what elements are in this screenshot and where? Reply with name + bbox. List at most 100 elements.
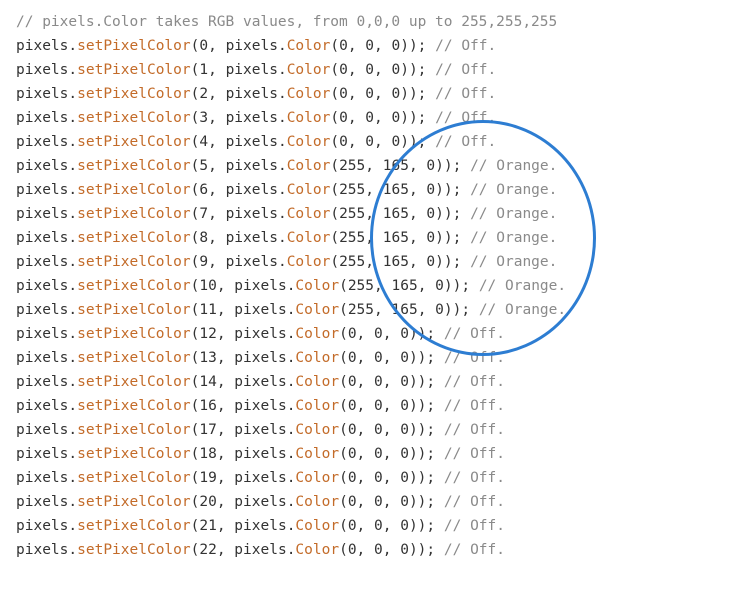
code-method-set: setPixelColor (77, 230, 191, 246)
rgb-b: 0 (400, 470, 409, 486)
line-comment: // Orange. (479, 278, 566, 294)
code-method-color: Color (295, 278, 339, 294)
pixel-index: 8 (199, 230, 208, 246)
rgb-b: 0 (426, 230, 435, 246)
code-object: pixels (226, 230, 278, 246)
code-line: pixels.setPixelColor(4, pixels.Color(0, … (16, 130, 734, 154)
code-line: pixels.setPixelColor(9, pixels.Color(255… (16, 250, 734, 274)
pixel-index: 14 (199, 374, 216, 390)
rgb-r: 255 (339, 254, 365, 270)
line-comment: // Orange. (470, 182, 557, 198)
rgb-b: 0 (391, 62, 400, 78)
code-method-set: setPixelColor (77, 38, 191, 54)
code-method-color: Color (295, 518, 339, 534)
rgb-r: 0 (339, 86, 348, 102)
pixel-index: 7 (199, 206, 208, 222)
code-object: pixels (16, 470, 68, 486)
code-method-set: setPixelColor (77, 494, 191, 510)
code-line: pixels.setPixelColor(6, pixels.Color(255… (16, 178, 734, 202)
line-comment: // Orange. (470, 158, 557, 174)
rgb-b: 0 (400, 398, 409, 414)
pixel-index: 11 (199, 302, 216, 318)
rgb-g: 0 (374, 470, 383, 486)
code-object: pixels (16, 206, 68, 222)
rgb-r: 0 (348, 326, 357, 342)
rgb-b: 0 (391, 134, 400, 150)
line-comment: // Orange. (479, 302, 566, 318)
code-object: pixels (16, 518, 68, 534)
rgb-g: 0 (365, 86, 374, 102)
code-method-set: setPixelColor (77, 182, 191, 198)
code-object: pixels (16, 182, 68, 198)
rgb-b: 0 (400, 542, 409, 558)
line-comment: // Off. (435, 62, 496, 78)
rgb-r: 255 (348, 278, 374, 294)
code-method-set: setPixelColor (77, 206, 191, 222)
code-method-color: Color (287, 134, 331, 150)
code-method-color: Color (295, 302, 339, 318)
pixel-index: 19 (199, 470, 216, 486)
rgb-g: 0 (374, 446, 383, 462)
code-method-set: setPixelColor (77, 86, 191, 102)
pixel-index: 22 (199, 542, 216, 558)
code-method-color: Color (295, 494, 339, 510)
code-object: pixels (16, 110, 68, 126)
rgb-r: 255 (339, 230, 365, 246)
code-method-set: setPixelColor (77, 278, 191, 294)
code-line: pixels.setPixelColor(11, pixels.Color(25… (16, 298, 734, 322)
rgb-g: 0 (374, 398, 383, 414)
rgb-b: 0 (400, 326, 409, 342)
rgb-b: 0 (400, 518, 409, 534)
code-line: pixels.setPixelColor(10, pixels.Color(25… (16, 274, 734, 298)
code-line: pixels.setPixelColor(3, pixels.Color(0, … (16, 106, 734, 130)
pixel-index: 4 (199, 134, 208, 150)
code-line: pixels.setPixelColor(0, pixels.Color(0, … (16, 34, 734, 58)
rgb-r: 0 (348, 446, 357, 462)
pixel-index: 1 (199, 62, 208, 78)
pixel-index: 21 (199, 518, 216, 534)
rgb-g: 0 (374, 542, 383, 558)
pixel-index: 2 (199, 86, 208, 102)
code-method-set: setPixelColor (77, 302, 191, 318)
rgb-b: 0 (426, 182, 435, 198)
code-object: pixels (226, 62, 278, 78)
code-line: pixels.setPixelColor(19, pixels.Color(0,… (16, 466, 734, 490)
code-line: pixels.setPixelColor(12, pixels.Color(0,… (16, 322, 734, 346)
code-object: pixels (16, 158, 68, 174)
code-method-color: Color (295, 446, 339, 462)
pixel-index: 18 (199, 446, 216, 462)
line-comment: // Off. (444, 542, 505, 558)
code-line: pixels.setPixelColor(5, pixels.Color(255… (16, 154, 734, 178)
code-object: pixels (16, 62, 68, 78)
code-method-color: Color (287, 254, 331, 270)
rgb-g: 0 (365, 110, 374, 126)
pixel-index: 16 (199, 398, 216, 414)
rgb-b: 0 (400, 422, 409, 438)
code-method-color: Color (295, 542, 339, 558)
rgb-b: 0 (400, 374, 409, 390)
rgb-b: 0 (391, 38, 400, 54)
code-line: pixels.setPixelColor(22, pixels.Color(0,… (16, 538, 734, 562)
rgb-b: 0 (426, 158, 435, 174)
line-comment: // Off. (444, 518, 505, 534)
rgb-r: 0 (348, 542, 357, 558)
rgb-r: 0 (348, 374, 357, 390)
code-method-set: setPixelColor (77, 518, 191, 534)
code-line: pixels.setPixelColor(1, pixels.Color(0, … (16, 58, 734, 82)
code-method-color: Color (287, 230, 331, 246)
code-line: pixels.setPixelColor(14, pixels.Color(0,… (16, 370, 734, 394)
code-object: pixels (16, 398, 68, 414)
code-object: pixels (226, 110, 278, 126)
code-method-set: setPixelColor (77, 134, 191, 150)
pixel-index: 17 (199, 422, 216, 438)
rgb-r: 0 (339, 110, 348, 126)
rgb-b: 0 (435, 278, 444, 294)
code-line: pixels.setPixelColor(21, pixels.Color(0,… (16, 514, 734, 538)
line-comment: // Orange. (470, 206, 557, 222)
rgb-g: 0 (374, 494, 383, 510)
line-comment: // Off. (444, 470, 505, 486)
rgb-r: 0 (348, 518, 357, 534)
rgb-r: 0 (339, 38, 348, 54)
code-object: pixels (226, 158, 278, 174)
code-object: pixels (16, 446, 68, 462)
